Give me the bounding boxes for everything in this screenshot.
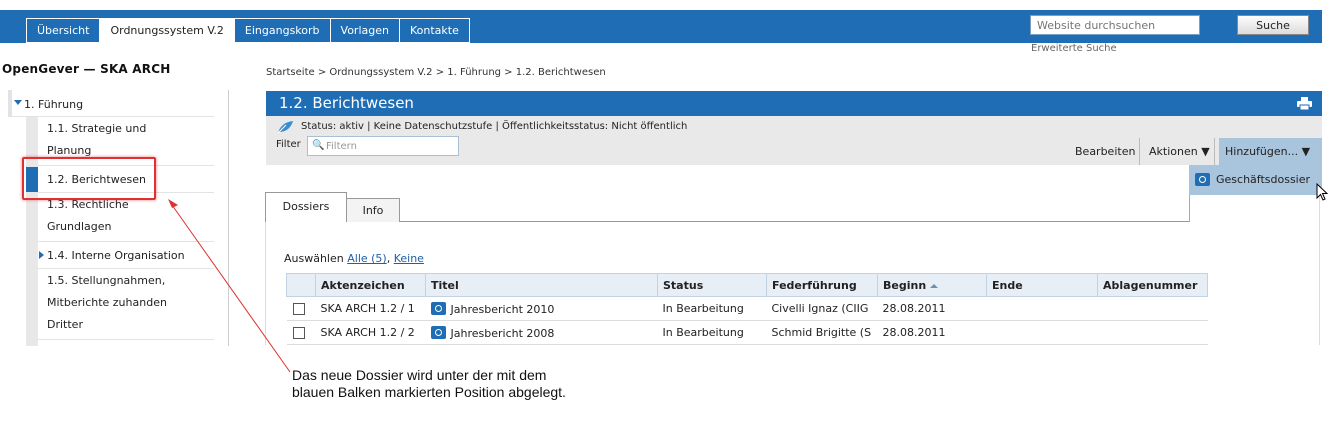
collapsed-triangle-icon [39, 251, 44, 259]
column-header-ende[interactable]: Ende [986, 273, 1098, 297]
nav-tab-kontakte[interactable]: Kontakte [399, 18, 470, 43]
dossier-icon [430, 325, 446, 339]
cell-aktenzeichen: SKA ARCH 1.2 / 1 [315, 296, 426, 321]
menu-item-geschaeftsdossier[interactable]: Geschäftsdossier [1195, 173, 1310, 186]
column-header-beginn[interactable]: Beginn [877, 273, 987, 297]
tab-baseline [400, 221, 1189, 222]
breadcrumb: Startseite > Ordnungssystem V.2 > 1. Füh… [266, 67, 606, 78]
cell-ablagenummer [1097, 296, 1208, 321]
filter-placeholder: Filtern [326, 141, 357, 152]
checkbox-column-header [286, 273, 316, 297]
edit-button[interactable]: Bearbeiten [1071, 138, 1141, 165]
dossier-title-link[interactable]: Jahresbericht 2010 [451, 303, 555, 316]
add-menu-button[interactable]: Hinzufügen... ▼ [1219, 138, 1322, 165]
expanded-triangle-icon [14, 100, 22, 105]
add-dropdown-menu: Geschäftsdossier [1189, 165, 1322, 195]
sidebar-item-rechtliche-grundlagen[interactable]: 1.3. Rechtliche Grundlagen [38, 194, 214, 242]
nav-tab-eingangskorb[interactable]: Eingangskorb [234, 18, 331, 43]
sidebar-item-label: 1.1. Strategie und Planung [47, 122, 147, 157]
row-checkbox-cell [286, 320, 316, 345]
nav-tab-ordnungssystem[interactable]: Ordnungssystem V.2 [100, 18, 235, 43]
sidebar-divider [228, 90, 229, 346]
cell-aktenzeichen: SKA ARCH 1.2 / 2 [315, 320, 426, 345]
table-row[interactable]: SKA ARCH 1.2 / 2 Jahresbericht 2008 In B… [286, 320, 1208, 345]
dossier-title-link[interactable]: Jahresbericht 2008 [451, 327, 555, 340]
column-header-aktenzeichen[interactable]: Aktenzeichen [315, 273, 426, 297]
sidebar-indent-gutter [26, 117, 38, 346]
actions-menu-button[interactable]: Aktionen ▼ [1145, 138, 1215, 165]
column-header-label: Beginn [883, 278, 927, 292]
site-search-input[interactable] [1030, 15, 1200, 35]
annotation-line: blauen Balken markierten Position abgele… [292, 384, 566, 400]
sidebar-item-label: 1.4. Interne Organisation [47, 249, 185, 262]
cell-titel[interactable]: Jahresbericht 2010 [425, 296, 658, 321]
leaf-icon [277, 121, 293, 134]
content-left-border [265, 222, 266, 345]
row-checkbox-cell [286, 296, 316, 321]
row-checkbox[interactable] [292, 303, 305, 315]
select-separator: , [386, 252, 391, 265]
mouse-cursor-icon [1316, 183, 1328, 201]
sidebar-item-label: 1. Führung [24, 98, 84, 111]
cell-status: In Bearbeitung [657, 320, 767, 345]
tab-info[interactable]: Info [346, 198, 400, 222]
dossier-icon [1195, 173, 1210, 186]
print-icon[interactable] [1297, 97, 1312, 110]
sidebar-item-label: 1.5. Stellungnahmen, Mitberichte zuhande… [47, 274, 167, 331]
nav-tab-uebersicht[interactable]: Übersicht [26, 18, 101, 43]
search-button[interactable]: Suche [1237, 15, 1309, 35]
top-navigation-bar: Übersicht Ordnungssystem V.2 Eingangskor… [0, 10, 1322, 43]
cell-status: In Bearbeitung [657, 296, 767, 321]
sort-ascending-icon [930, 283, 939, 288]
table-header-row: Aktenzeichen Titel Status Federführung B… [286, 273, 1208, 297]
cell-ende [986, 320, 1098, 345]
advanced-search-link[interactable]: Erweiterte Suche [1031, 43, 1117, 54]
column-header-titel[interactable]: Titel [425, 273, 658, 297]
page-title: 1.2. Berichtwesen [279, 94, 414, 112]
table-row[interactable]: SKA ARCH 1.2 / 1 Jahresbericht 2010 In B… [286, 296, 1208, 321]
row-checkbox[interactable] [292, 327, 305, 339]
search-icon: 🔍 [312, 140, 325, 151]
page-title-bar: 1.2. Berichtwesen [266, 91, 1322, 116]
filter-input[interactable]: 🔍 Filtern [307, 136, 459, 156]
content-border [1319, 195, 1320, 345]
select-none-link[interactable]: Keine [394, 252, 424, 265]
cell-ende [986, 296, 1098, 321]
selection-controls: Auswählen Alle (5), Keine [284, 252, 424, 265]
cell-ablagenummer [1097, 320, 1208, 345]
cell-beginn: 28.08.2011 [877, 320, 987, 345]
sidebar-navigation: 1. Führung 1.1. Strategie und Planung 1.… [0, 90, 230, 346]
column-header-status[interactable]: Status [657, 273, 767, 297]
column-header-federfuehrung[interactable]: Federführung [766, 273, 878, 297]
select-prefix: Auswählen [284, 252, 344, 265]
cell-titel[interactable]: Jahresbericht 2008 [425, 320, 658, 345]
cell-federfuehrung: Schmid Brigitte (S [766, 320, 878, 345]
menu-item-label: Geschäftsdossier [1216, 173, 1311, 186]
sidebar-item-label: 1.3. Rechtliche Grundlagen [47, 198, 129, 233]
tab-dossiers[interactable]: Dossiers [265, 192, 347, 222]
highlight-frame [22, 157, 156, 200]
status-line: Status: aktiv | Keine Datenschutzstufe |… [301, 121, 688, 132]
filter-label: Filter [276, 139, 301, 150]
item-info-bar: Status: aktiv | Keine Datenschutzstufe |… [266, 116, 1322, 165]
sidebar-item-stellungnahmen[interactable]: 1.5. Stellungnahmen, Mitberichte zuhande… [38, 270, 214, 340]
sidebar-item-interne-organisation[interactable]: 1.4. Interne Organisation [38, 243, 214, 269]
select-all-link[interactable]: Alle (5) [347, 252, 386, 265]
sidebar-item-fuehrung[interactable]: 1. Führung [8, 90, 214, 117]
annotation-line: Das neue Dossier wird unter der mit dem [292, 367, 547, 383]
annotation-text: Das neue Dossier wird unter der mit dem … [292, 367, 566, 401]
dossier-icon [430, 301, 446, 315]
cell-federfuehrung: Civelli Ignaz (CIIG [766, 296, 878, 321]
column-header-ablagenummer[interactable]: Ablagenummer [1097, 273, 1208, 297]
nav-tab-vorlagen[interactable]: Vorlagen [330, 18, 400, 43]
cell-beginn: 28.08.2011 [877, 296, 987, 321]
main-nav-tabs: Übersicht Ordnungssystem V.2 Eingangskor… [26, 18, 470, 43]
site-title: OpenGever — SKA ARCH [2, 62, 171, 76]
dossier-table: Aktenzeichen Titel Status Federführung B… [286, 273, 1208, 345]
